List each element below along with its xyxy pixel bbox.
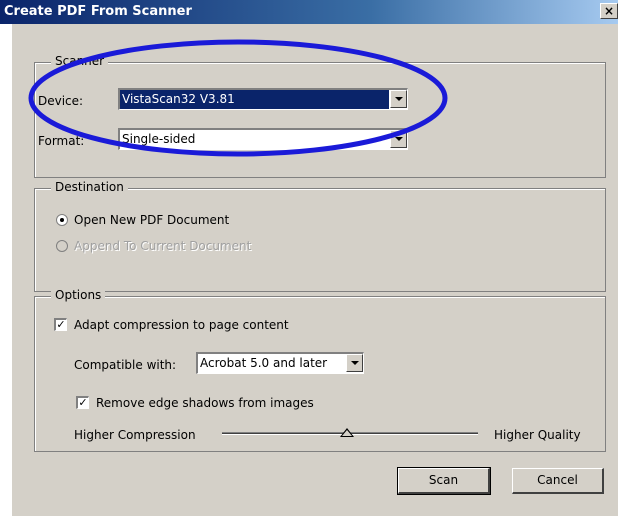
scanner-legend: Scanner xyxy=(51,54,109,68)
scanner-group: Scanner xyxy=(34,54,606,178)
append-label: Append To Current Document xyxy=(74,239,252,253)
adapt-compression-label[interactable]: Adapt compression to page content xyxy=(74,318,289,332)
radio-selected-dot xyxy=(60,218,64,222)
radio-append[interactable] xyxy=(56,240,68,252)
destination-legend: Destination xyxy=(51,180,128,194)
remove-shadows-checkbox[interactable]: ✓ xyxy=(76,396,89,409)
slider-left-label: Higher Compression xyxy=(74,428,196,442)
title-bar: Create PDF From Scanner × xyxy=(0,0,618,24)
chevron-down-icon[interactable] xyxy=(390,130,407,148)
options-legend: Options xyxy=(51,288,106,302)
device-value: VistaScan32 V3.81 xyxy=(120,90,389,109)
cancel-button[interactable]: Cancel xyxy=(512,468,604,494)
compatible-label: Compatible with: xyxy=(74,358,177,372)
device-label: Device: xyxy=(38,94,84,108)
scan-button[interactable]: Scan xyxy=(397,467,491,495)
remove-shadows-label[interactable]: Remove edge shadows from images xyxy=(96,396,314,410)
slider-right-label: Higher Quality xyxy=(494,428,581,442)
quality-slider-thumb[interactable] xyxy=(340,428,354,437)
chevron-down-icon[interactable] xyxy=(390,90,407,108)
dialog-body: Scanner Device: VistaScan32 V3.81 Format… xyxy=(12,24,618,516)
adapt-compression-checkbox[interactable]: ✓ xyxy=(54,318,67,331)
format-select[interactable]: Single-sided xyxy=(118,128,408,150)
device-select[interactable]: VistaScan32 V3.81 xyxy=(118,88,408,110)
open-new-label[interactable]: Open New PDF Document xyxy=(74,213,229,227)
chevron-down-icon[interactable] xyxy=(346,354,363,372)
window-title: Create PDF From Scanner xyxy=(4,4,192,19)
close-button[interactable]: × xyxy=(600,3,618,19)
format-value: Single-sided xyxy=(122,132,196,146)
format-label: Format: xyxy=(38,134,85,148)
compatible-value: Acrobat 5.0 and later xyxy=(200,356,328,370)
compatible-select[interactable]: Acrobat 5.0 and later xyxy=(196,352,364,374)
radio-open-new[interactable] xyxy=(56,214,68,226)
